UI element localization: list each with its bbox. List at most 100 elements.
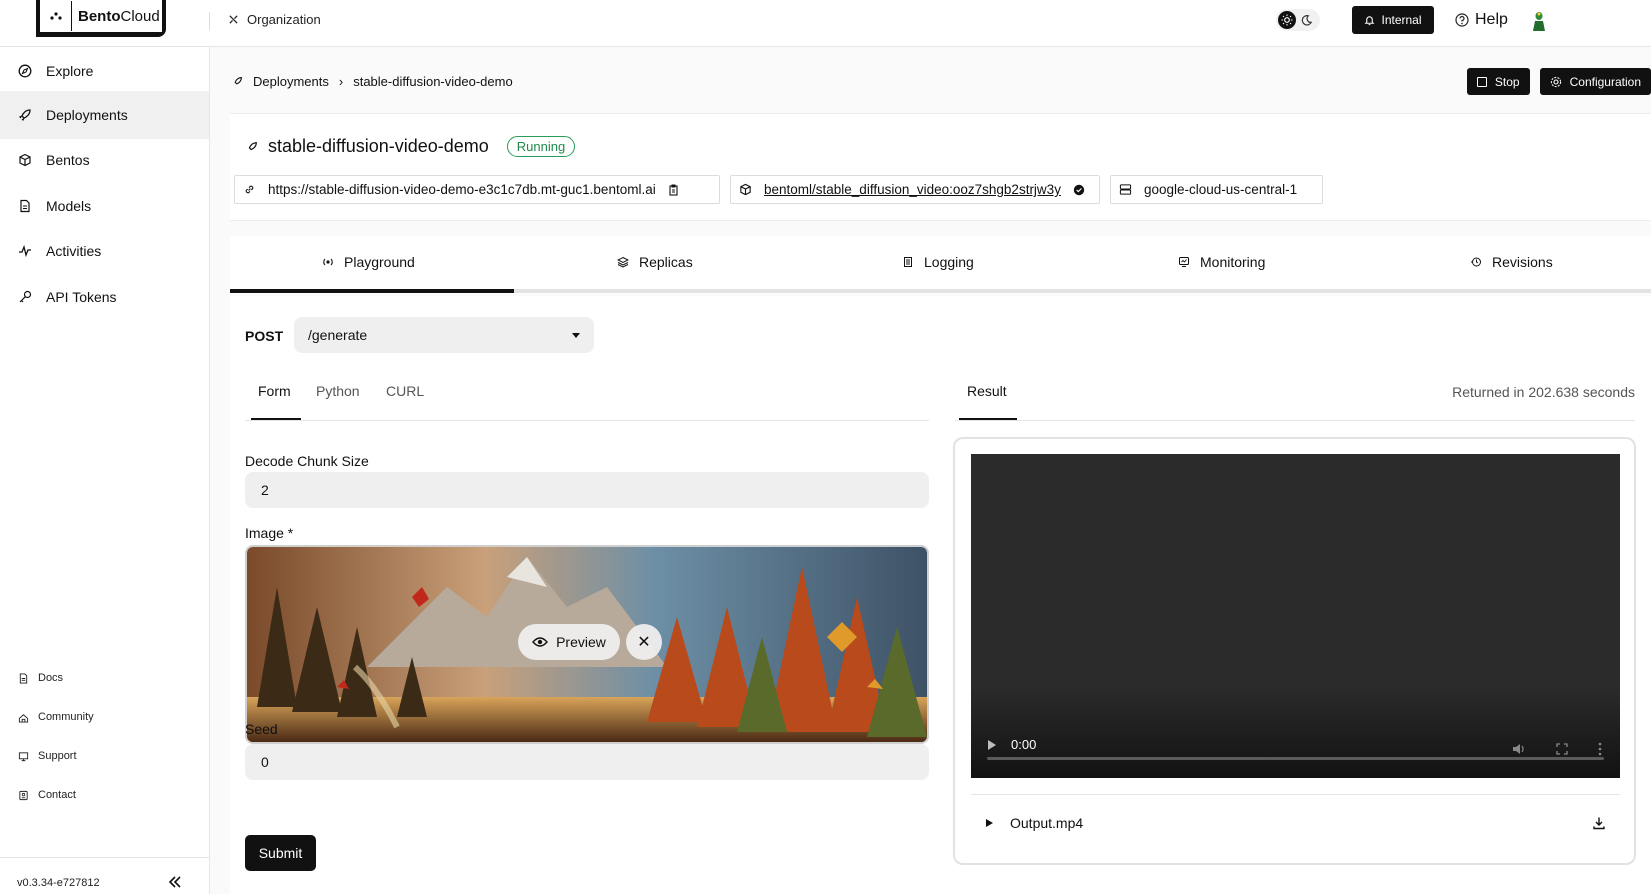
output-file-row[interactable]: Output.mp4: [971, 794, 1620, 850]
history-icon: [1471, 257, 1481, 267]
sidebar-item-label: Explore: [46, 63, 94, 79]
bento-chip[interactable]: bentoml/stable_diffusion_video:ooz7shgb2…: [730, 175, 1100, 204]
stop-icon: [1476, 76, 1487, 87]
submit-button[interactable]: Submit: [245, 835, 316, 871]
subtab-python[interactable]: Python: [316, 383, 360, 399]
top-bar: BentoCloud Organization Internal Help: [0, 0, 1651, 47]
internal-label: Internal: [1381, 13, 1422, 27]
sidebar-item-label: Bentos: [46, 152, 90, 168]
log-icon: [904, 257, 912, 267]
more-vertical-icon[interactable]: [1598, 742, 1602, 756]
deployment-title: stable-diffusion-video-demo: [268, 136, 489, 156]
deployment-tabs: Playground Replicas Logging Monitoring R…: [230, 236, 1651, 294]
rocket-icon: [18, 109, 31, 122]
fullscreen-icon[interactable]: [1556, 743, 1568, 755]
tab-replicas[interactable]: Replicas: [617, 254, 693, 270]
tab-label: Monitoring: [1200, 254, 1266, 270]
decode-chunk-size-label: Decode Chunk Size: [245, 453, 369, 469]
moon-icon: [1301, 14, 1313, 26]
endpoint-select[interactable]: /generate: [294, 317, 594, 353]
organization-label: Organization: [247, 12, 321, 27]
download-icon[interactable]: [1592, 816, 1606, 830]
collapse-sidebar-icon[interactable]: [166, 873, 184, 891]
subtab-active-indicator: [251, 418, 301, 420]
topbar-divider: [209, 12, 210, 30]
tab-label: Revisions: [1492, 254, 1553, 270]
playground-panel: POST /generate Form Python CURL Decode C…: [230, 296, 1651, 894]
tab-revisions[interactable]: Revisions: [1470, 254, 1553, 270]
play-icon[interactable]: [987, 739, 997, 751]
sidebar-item-activities[interactable]: Activities: [0, 227, 209, 275]
sidebar-item-explore[interactable]: Explore: [0, 47, 209, 95]
sidebar-item-deployments[interactable]: Deployments: [0, 91, 209, 139]
breadcrumb-deployments[interactable]: Deployments: [253, 74, 329, 89]
file-icon: [20, 199, 30, 213]
cube-icon: [740, 183, 751, 196]
result-tab-indicator: [959, 418, 1017, 420]
sidebar-link-label: Contact: [38, 789, 76, 801]
compass-icon: [18, 64, 32, 78]
cluster-name: google-cloud-us-central-1: [1144, 182, 1298, 197]
sidebar-link-community[interactable]: Community: [18, 711, 94, 723]
video-progress-bar[interactable]: [987, 757, 1604, 760]
image-upload[interactable]: Preview ✕: [245, 545, 929, 744]
tab-label: Playground: [344, 254, 415, 270]
request-format-tabs: Form Python CURL: [245, 365, 929, 421]
sidebar-item-label: Deployments: [46, 107, 128, 123]
video-player[interactable]: 0:00: [971, 454, 1620, 778]
tab-monitoring[interactable]: Monitoring: [1178, 254, 1265, 270]
endpoint-url: https://stable-diffusion-video-demo-e3c1…: [268, 182, 656, 197]
tab-playground[interactable]: Playground: [322, 254, 415, 270]
stop-button[interactable]: Stop: [1466, 68, 1530, 95]
sidebar: Explore Deployments Bentos Models Activi…: [0, 47, 210, 894]
help-icon: [1455, 13, 1469, 27]
organization-switcher[interactable]: Organization: [228, 12, 321, 27]
configuration-label: Configuration: [1569, 74, 1641, 89]
sidebar-link-contact[interactable]: Contact: [18, 789, 76, 801]
help-link[interactable]: Help: [1455, 11, 1508, 29]
key-icon: [19, 290, 32, 303]
chevron-right-icon: ›: [338, 74, 344, 89]
bentocloud-logo[interactable]: BentoCloud: [36, 0, 166, 37]
configuration-button[interactable]: Configuration: [1539, 68, 1651, 95]
subtab-form[interactable]: Form: [258, 383, 291, 399]
caret-down-icon: [572, 332, 580, 338]
contact-icon: [19, 790, 28, 800]
link-icon: [245, 185, 254, 194]
result-tabs: Result Returned in 202.638 seconds: [955, 365, 1635, 421]
sidebar-item-bentos[interactable]: Bentos: [0, 136, 209, 184]
tab-label: Replicas: [639, 254, 693, 270]
stop-label: Stop: [1494, 74, 1520, 89]
bento-link[interactable]: bentoml/stable_diffusion_video:ooz7shgb2…: [764, 182, 1061, 197]
user-avatar[interactable]: [1530, 10, 1548, 32]
decode-chunk-size-input[interactable]: 2: [245, 472, 929, 508]
subtab-curl[interactable]: CURL: [386, 383, 424, 399]
result-card: 0:00 Output.mp4: [953, 437, 1636, 865]
internal-button[interactable]: Internal: [1352, 6, 1434, 34]
close-icon: ✕: [637, 634, 651, 651]
tab-result[interactable]: Result: [967, 383, 1007, 399]
theme-toggle[interactable]: [1276, 9, 1320, 31]
sidebar-item-api-tokens[interactable]: API Tokens: [0, 273, 209, 321]
sidebar-link-support[interactable]: Support: [18, 750, 77, 762]
volume-icon[interactable]: [1512, 743, 1526, 755]
support-icon: [18, 751, 29, 761]
server-icon: [1119, 184, 1132, 195]
breadcrumb-current: stable-diffusion-video-demo: [353, 74, 513, 89]
seed-input[interactable]: 0: [245, 744, 929, 780]
copy-icon[interactable]: [668, 184, 679, 196]
sidebar-item-models[interactable]: Models: [0, 182, 209, 230]
sidebar-link-docs[interactable]: Docs: [18, 672, 63, 684]
endpoint-url-chip[interactable]: https://stable-diffusion-video-demo-e3c1…: [234, 175, 720, 204]
logo-text-bold: Bento: [78, 7, 121, 25]
preview-button[interactable]: Preview: [518, 624, 620, 660]
status-badge: Running: [506, 136, 576, 157]
remove-image-button[interactable]: ✕: [626, 624, 662, 660]
monitor-icon: [1179, 257, 1189, 267]
tab-logging[interactable]: Logging: [902, 254, 974, 270]
help-label: Help: [1475, 11, 1508, 28]
expand-triangle-icon: [986, 818, 993, 827]
community-icon: [18, 713, 29, 723]
deployment-actions: Stop Configuration: [1466, 68, 1651, 95]
breadcrumb: Deployments › stable-diffusion-video-dem…: [232, 74, 513, 89]
